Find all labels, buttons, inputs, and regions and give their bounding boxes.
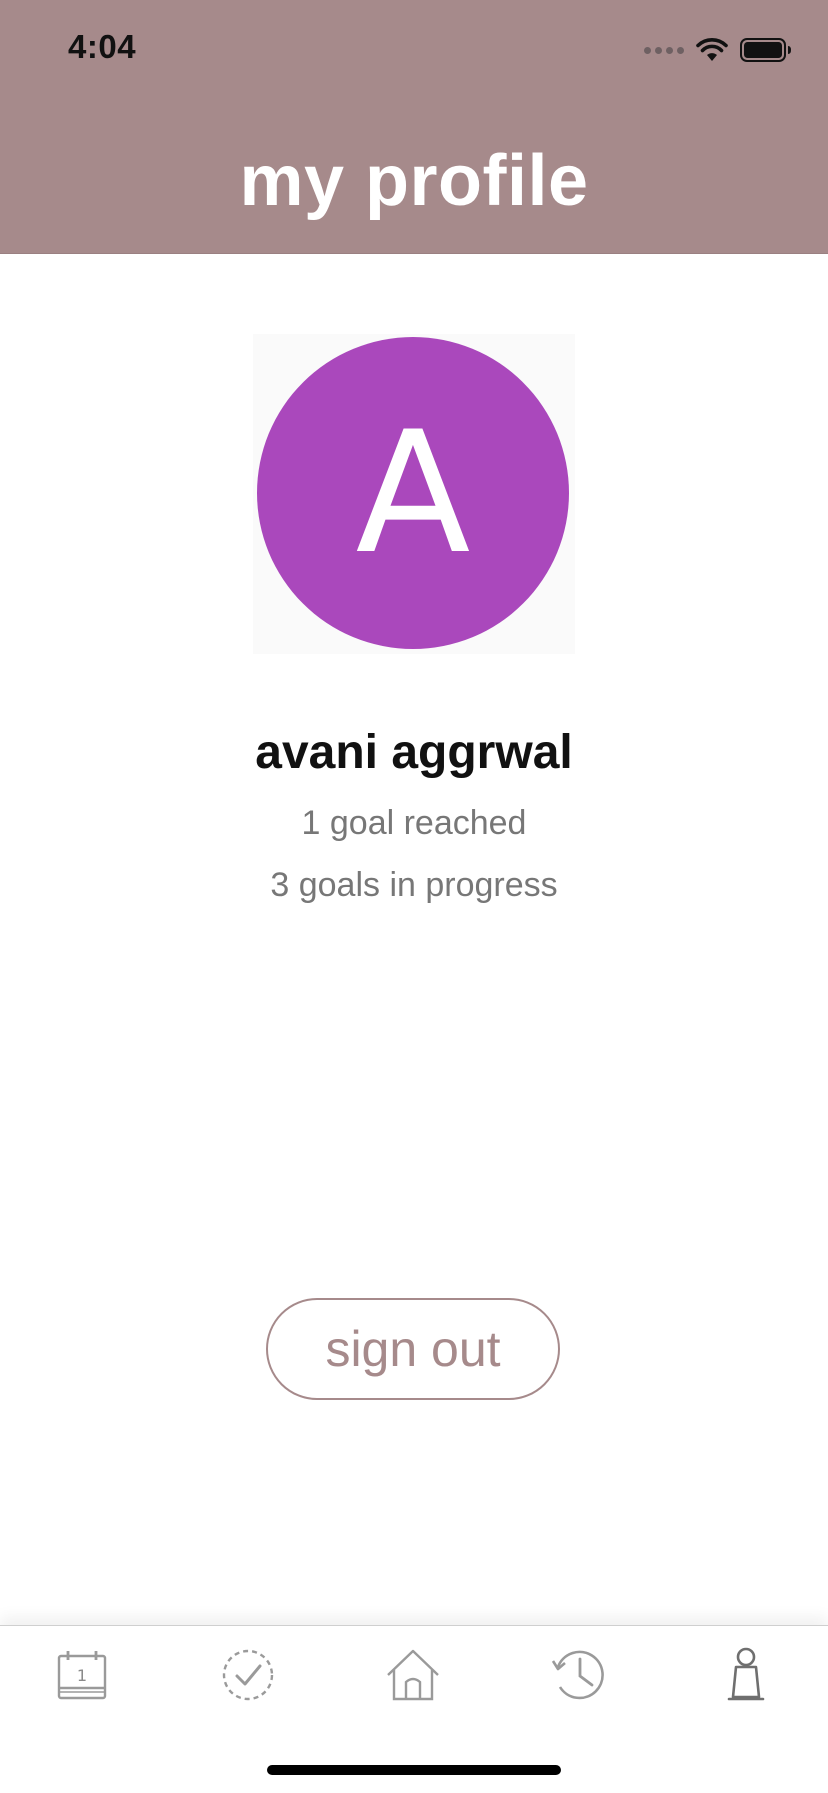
home-indicator[interactable]	[267, 1765, 561, 1775]
avatar-container: A	[253, 334, 575, 654]
avatar-initial: A	[355, 395, 471, 591]
person-icon	[727, 1647, 765, 1701]
home-icon	[387, 1649, 439, 1701]
tab-calendar[interactable]: 1	[47, 1640, 117, 1710]
header-bar: 4:04 my profile	[0, 0, 828, 254]
goals-reached-text: 1 goal reached	[301, 804, 527, 842]
goals-in-progress-text: 3 goals in progress	[270, 866, 558, 904]
tab-profile[interactable]	[711, 1640, 781, 1710]
status-indicators	[644, 34, 792, 66]
calendar-icon-badge: 1	[77, 1666, 87, 1685]
user-name: avani aggrwal	[255, 726, 573, 779]
wifi-icon	[696, 38, 728, 61]
page-title: my profile	[239, 141, 589, 221]
check-circle-icon	[222, 1649, 274, 1701]
history-icon	[551, 1650, 604, 1700]
tab-goals[interactable]	[213, 1640, 283, 1710]
battery-icon	[740, 38, 791, 62]
cellular-signal-icon	[644, 46, 684, 54]
tab-history[interactable]	[543, 1640, 613, 1710]
calendar-icon: 1	[57, 1651, 107, 1700]
status-time: 4:04	[68, 28, 137, 65]
avatar[interactable]: A	[257, 337, 569, 649]
sign-out-button[interactable]: sign out	[266, 1298, 560, 1400]
tab-home[interactable]	[378, 1640, 448, 1710]
